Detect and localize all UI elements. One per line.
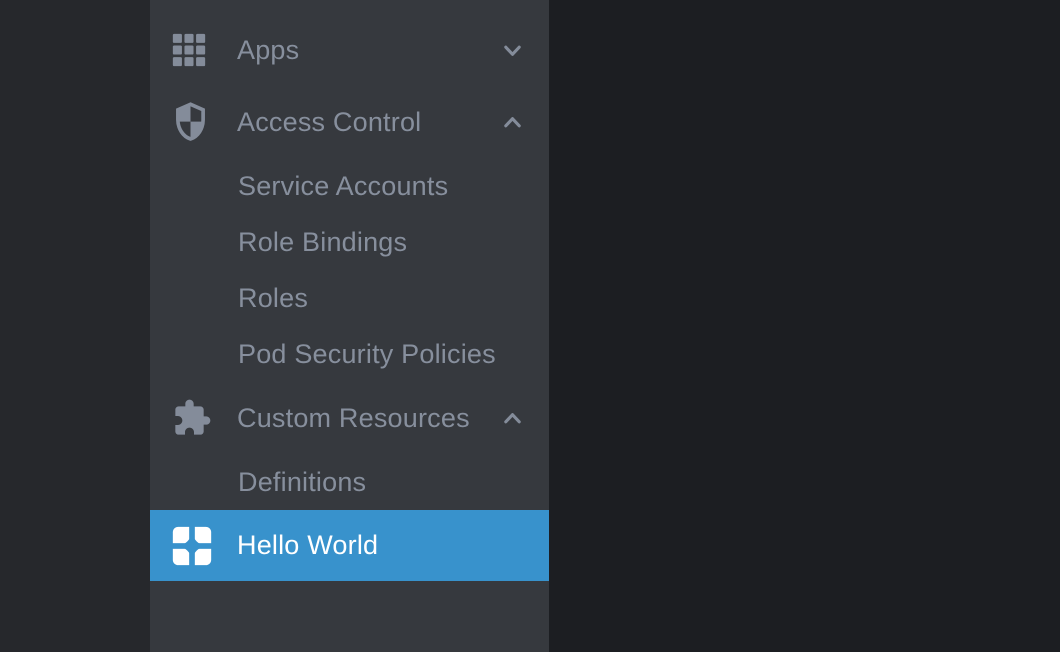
main-content-area [549,0,1060,652]
sidebar-item-roles[interactable]: Roles [150,270,549,326]
sidebar-item-label: Access Control [237,107,500,138]
sidebar-item-label: Pod Security Policies [238,339,496,370]
sidebar-item-label: Custom Resources [237,403,500,434]
chevron-up-icon [500,110,524,134]
sidebar-item-label: Definitions [238,467,366,498]
sidebar-item-access-control[interactable]: Access Control [150,86,549,158]
sidebar-item-label: Role Bindings [238,227,407,258]
sidebar-item-label: Hello World [237,530,549,561]
apps-grid-icon [172,33,212,67]
shield-icon [172,102,212,142]
puzzle-icon [172,398,212,438]
sidebar: Apps Access Control [150,0,549,652]
sidebar-item-apps[interactable]: Apps [150,14,549,86]
chevron-down-icon [500,38,524,62]
chevron-up-icon [500,406,524,430]
sidebar-item-custom-resources[interactable]: Custom Resources [150,382,549,454]
sidebar-item-pod-security-policies[interactable]: Pod Security Policies [150,326,549,382]
sidebar-item-hello-world[interactable]: Hello World [150,510,549,581]
hello-world-icon [172,526,212,566]
sidebar-item-definitions[interactable]: Definitions [150,454,549,510]
sidebar-item-label: Roles [238,283,308,314]
sidebar-item-service-accounts[interactable]: Service Accounts [150,158,549,214]
sidebar-item-label: Apps [237,35,500,66]
left-rail [0,0,150,652]
sidebar-item-role-bindings[interactable]: Role Bindings [150,214,549,270]
sidebar-item-label: Service Accounts [238,171,448,202]
